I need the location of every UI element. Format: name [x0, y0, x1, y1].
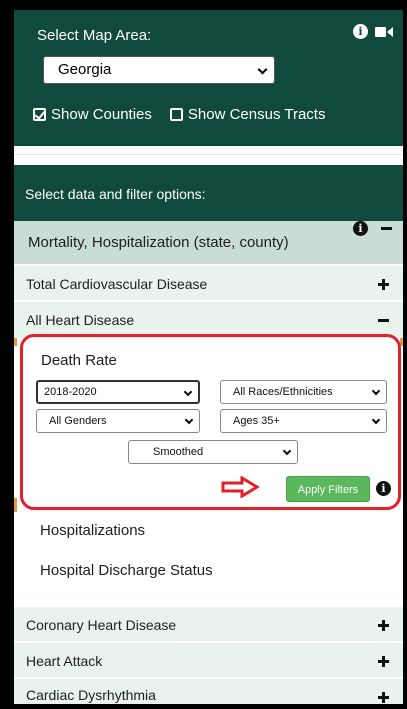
info-icon[interactable]: i — [353, 221, 368, 236]
race-ethnicity-select[interactable]: All Races/Ethnicities — [220, 380, 387, 404]
category-label: Mortality, Hospitalization (state, count… — [28, 234, 289, 251]
checkbox-checked-icon — [33, 108, 46, 121]
topic-label: Coronary Heart Disease — [26, 617, 177, 633]
age-select-value: Ages 35+ — [233, 415, 280, 427]
race-select-value: All Races/Ethnicities — [233, 386, 333, 398]
show-tracts-label: Show Census Tracts — [187, 106, 326, 123]
orange-marker — [14, 338, 17, 346]
apply-filters-button[interactable]: Apply Filters — [286, 476, 370, 502]
smoothing-select-value: Smoothed — [153, 446, 204, 458]
topic-coronary-heart-disease[interactable]: Coronary Heart Disease — [14, 607, 403, 643]
year-select-value: 2018-2020 — [44, 386, 97, 398]
chevron-down-icon — [184, 415, 194, 425]
show-census-tracts-checkbox[interactable]: Show Census Tracts — [169, 106, 326, 123]
topic-label: Heart Attack — [26, 653, 103, 669]
collapse-icon[interactable] — [381, 227, 392, 230]
map-filter-panel: Select Map Area: i Georgia Show Counties… — [14, 10, 403, 704]
chevron-down-icon — [183, 387, 193, 397]
video-icon[interactable] — [375, 26, 393, 37]
topic-cardiac-dysrhythmia[interactable]: Cardiac Dysrhythmia — [14, 679, 403, 704]
sub-item-hospital-discharge-status[interactable]: Hospital Discharge Status — [40, 562, 213, 579]
topic-label: Cardiac Dysrhythmia — [26, 687, 156, 703]
collapse-icon[interactable] — [378, 319, 389, 322]
map-area-section: Select Map Area: i Georgia Show Counties… — [14, 10, 403, 146]
filter-header: Select data and filter options: — [14, 165, 403, 221]
info-icon[interactable]: i — [353, 24, 368, 39]
death-rate-filters: Death Rate 2018-2020 All Races/Ethniciti… — [14, 338, 403, 512]
sub-item-hospitalizations[interactable]: Hospitalizations — [40, 522, 145, 539]
category-mortality-hospitalization[interactable]: Mortality, Hospitalization (state, count… — [14, 221, 403, 264]
expand-icon[interactable] — [378, 620, 389, 631]
age-select[interactable]: Ages 35+ — [220, 409, 387, 433]
topic-heart-attack[interactable]: Heart Attack — [14, 643, 403, 679]
chevron-down-icon — [257, 64, 268, 75]
topic-label: Total Cardiovascular Disease — [26, 276, 208, 292]
expand-icon[interactable] — [378, 279, 389, 290]
gender-select[interactable]: All Genders — [36, 409, 200, 433]
topic-all-heart-disease[interactable]: All Heart Disease — [14, 302, 403, 338]
arrow-right-icon — [221, 476, 260, 498]
year-select[interactable]: 2018-2020 — [36, 380, 200, 404]
expand-icon[interactable] — [378, 692, 389, 703]
map-area-title: Select Map Area: — [37, 27, 152, 44]
show-counties-checkbox[interactable]: Show Counties — [33, 106, 152, 123]
gender-select-value: All Genders — [49, 415, 107, 427]
info-icon[interactable]: i — [376, 481, 391, 496]
death-rate-title: Death Rate — [41, 352, 117, 369]
checkbox-unchecked-icon — [169, 108, 183, 121]
orange-marker — [400, 338, 403, 346]
divider — [14, 146, 403, 165]
topic-total-cardiovascular-disease[interactable]: Total Cardiovascular Disease — [14, 266, 403, 302]
chevron-down-icon — [282, 446, 292, 456]
smoothing-select[interactable]: Smoothed — [128, 440, 298, 464]
show-counties-label: Show Counties — [51, 106, 152, 123]
chevron-down-icon — [371, 386, 381, 396]
topic-label: All Heart Disease — [26, 312, 135, 328]
chevron-down-icon — [371, 415, 381, 425]
state-select-value: Georgia — [58, 61, 112, 78]
expand-icon[interactable] — [378, 656, 389, 667]
orange-marker — [14, 498, 17, 512]
state-select[interactable]: Georgia — [43, 56, 275, 84]
